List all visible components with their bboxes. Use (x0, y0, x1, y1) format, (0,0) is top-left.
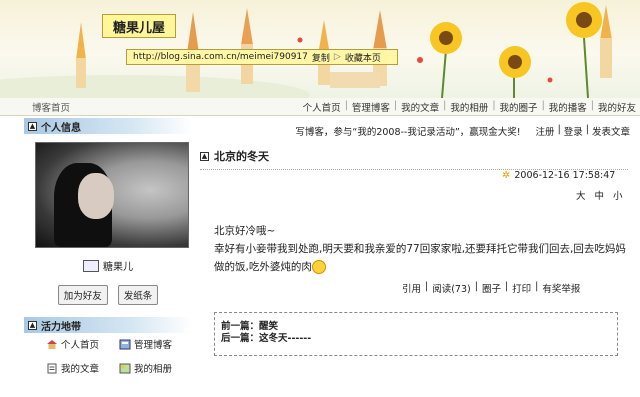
link-divider: | (557, 124, 561, 135)
font-size-switch: 大 中 小 (576, 188, 623, 202)
tool-label: 我的文章 (61, 364, 100, 375)
bookmark-link[interactable]: 收藏本页 (345, 51, 381, 64)
nav-my-podcast[interactable]: 我的播客 (549, 100, 587, 114)
print-link[interactable]: 打印 (512, 281, 531, 295)
username-label: 糖果儿 (103, 262, 133, 273)
add-friend-button[interactable]: 加为好友 (57, 285, 108, 305)
post-title: 北京的冬天 (214, 150, 269, 163)
smiley-icon (311, 260, 326, 274)
nav-divider: | (590, 100, 594, 111)
copy-link[interactable]: 复制 (312, 51, 330, 64)
profile-actions: 加为好友 发纸条 (24, 285, 192, 305)
register-link[interactable]: 注册 (536, 124, 555, 138)
account-links: 注册 | 登录 | 发表文章 (536, 124, 630, 138)
collapse-icon[interactable]: ▲ (28, 121, 37, 131)
prev-post-link[interactable]: 前一篇：醒笑 (221, 321, 617, 333)
nav-my-album[interactable]: 我的相册 (450, 100, 488, 114)
post-datetime: 2006-12-16 17:58:47 (514, 170, 616, 181)
circle-link[interactable]: 圈子 (482, 281, 501, 295)
nav-links: 个人首页 | 管理博客 | 我的文章 | 我的相册 | 我的圈子 | 我的播客 | 我的好友 (303, 100, 636, 114)
send-note-button[interactable]: 发纸条 (117, 285, 159, 305)
manage-icon (119, 339, 131, 349)
tools-heading-label: 活力地带 (41, 321, 81, 333)
star-icon: ✲ (502, 170, 511, 181)
post-line: 幸好有小妾带我到处跑,明天要和我亲爱的77回家家啦,还要拜托它带我们回去,回去吃… (214, 243, 626, 273)
report-link[interactable]: 有奖举报 (542, 281, 580, 295)
id-card-icon (83, 259, 99, 272)
tool-manage-blog[interactable]: 管理博客 (119, 337, 192, 351)
link-divider: | (535, 281, 539, 292)
link-divider: | (504, 281, 509, 292)
blog-url[interactable]: http://blog.sina.com.cn/meimei790917 (133, 52, 308, 62)
post-date: ✲ 2006-12-16 17:58:47 (502, 170, 615, 181)
arrow-icon: ▷ (333, 52, 341, 62)
nav-divider: | (541, 100, 545, 111)
nav-personal-home[interactable]: 个人首页 (303, 100, 341, 114)
document-icon (47, 363, 57, 373)
nav-my-articles[interactable]: 我的文章 (401, 100, 439, 114)
post-article-link[interactable]: 发表文章 (592, 124, 630, 138)
link-divider: | (425, 281, 429, 292)
font-small-button[interactable]: 小 (613, 188, 623, 202)
profile-name: 糖果儿 (24, 258, 192, 273)
avatar-face (78, 173, 114, 219)
nav-manage-blog[interactable]: 管理博客 (352, 100, 390, 114)
avatar (35, 142, 189, 248)
post-body: 北京好冷哦~ 幸好有小妾带我到处跑,明天要和我亲爱的77回家家啦,还要拜托它带我… (214, 222, 632, 276)
tool-label: 我的相册 (134, 364, 173, 375)
tool-my-articles[interactable]: 我的文章 (46, 361, 119, 375)
collapse-icon[interactable]: ▲ (200, 151, 209, 161)
photo-icon (119, 363, 131, 373)
font-medium-button[interactable]: 中 (595, 188, 605, 202)
post-title-bar: ▲ 北京的冬天 (200, 148, 628, 170)
tools-heading: ▲ 活力地带 (24, 317, 192, 333)
nav-divider: | (492, 100, 496, 111)
tool-label: 管理博客 (134, 340, 173, 351)
nav-divider: | (344, 100, 348, 111)
nav-divider: | (393, 100, 398, 111)
blog-url-bar: http://blog.sina.com.cn/meimei790917 复制 … (126, 49, 398, 65)
font-large-button[interactable]: 大 (576, 188, 586, 202)
link-divider: | (474, 281, 478, 292)
read-count-link[interactable]: 阅读(73) (432, 281, 471, 295)
profile-heading-label: 个人信息 (41, 122, 81, 134)
nav-divider: | (443, 100, 447, 111)
tool-my-album[interactable]: 我的相册 (119, 361, 192, 375)
sidebar: ▲ 个人信息 糖果儿 加为好友 发纸条 ▲ 活力地带 个人首页 管理博客 我的文… (24, 118, 192, 375)
quote-link[interactable]: 引用 (402, 281, 421, 295)
blog-banner: 糖果儿屋 http://blog.sina.com.cn/meimei79091… (0, 0, 640, 98)
nav-blog-home[interactable]: 博客首页 (32, 100, 70, 114)
main-content: 写博客，参与“我的2008--我记录活动”，赢现金大奖! 注册 | 登录 | 发表文… (200, 118, 640, 356)
top-nav: 博客首页 个人首页 | 管理博客 | 我的文章 | 我的相册 | 我的圈子 | 我的播客 |… (0, 98, 640, 116)
nav-my-circle[interactable]: 我的圈子 (500, 100, 538, 114)
post-actions: 引用 | 阅读(73) | 圈子 | 打印 | 有奖举报 (402, 281, 580, 295)
tools-list: 个人首页 管理博客 我的文章 我的相册 (24, 337, 192, 375)
profile-heading: ▲ 个人信息 (24, 118, 192, 134)
next-post-link[interactable]: 后一篇：这冬天------ (221, 333, 617, 345)
link-divider: | (585, 124, 589, 135)
house-icon (47, 339, 57, 349)
collapse-icon[interactable]: ▲ (28, 320, 37, 330)
blog-title[interactable]: 糖果儿屋 (102, 14, 176, 38)
login-link[interactable]: 登录 (564, 124, 583, 138)
post-navigation: 前一篇：醒笑 后一篇：这冬天------ (214, 312, 618, 356)
tool-personal-home[interactable]: 个人首页 (46, 337, 119, 351)
tool-label: 个人首页 (61, 340, 100, 351)
post-paragraph: 幸好有小妾带我到处跑,明天要和我亲爱的77回家家啦,还要拜托它带我们回去,回去吃… (214, 240, 632, 276)
nav-my-friends[interactable]: 我的好友 (598, 100, 636, 114)
post-line: 北京好冷哦~ (214, 225, 276, 237)
